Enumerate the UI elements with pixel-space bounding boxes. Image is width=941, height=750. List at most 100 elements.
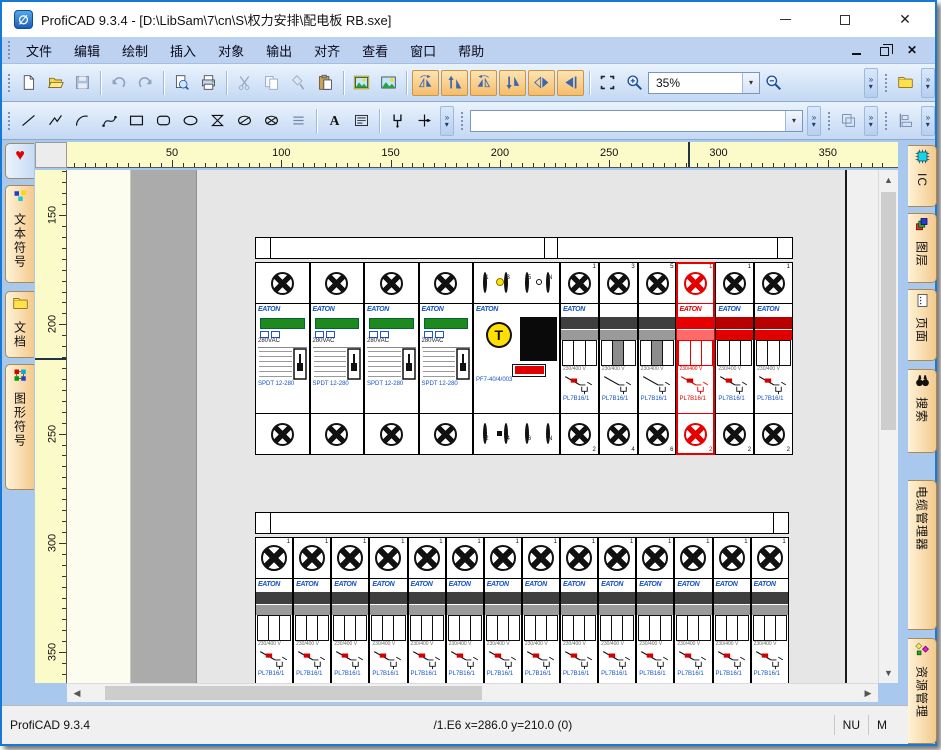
menu-item-7[interactable]: 对齐 [303,38,351,63]
zoom-in-button[interactable] [622,70,647,95]
scroll-left-icon[interactable]: ◀ [69,684,85,702]
circuit-breaker-module[interactable]: 3230/400 VPL7B16/14 [599,262,638,455]
save-button[interactable] [70,70,95,95]
circuit-breaker-module[interactable]: 1EATON230/400 VPL7B16/1 [408,537,446,683]
circuit-breaker-module[interactable]: 1EATON230/400 VPL7B16/1 [484,537,522,683]
minimize-button[interactable] [755,2,815,37]
insert-image-button[interactable] [349,70,374,95]
symbol-search-combobox[interactable]: ▾ [470,110,803,132]
circuit-breaker-module[interactable]: 1EATON230/400 VPL7B16/1 [522,537,560,683]
sidebar-tab-cable-manager[interactable]: 电缆管理器 [908,480,937,630]
menu-item-6[interactable]: 输出 [255,38,303,63]
close-button[interactable]: ✕ [875,2,935,37]
toolbar-overflow-chevron[interactable]: »▾ [440,106,454,136]
menu-item-9[interactable]: 窗口 [399,38,447,63]
text-tool[interactable]: A [322,108,347,133]
arc-tool[interactable] [70,108,95,133]
circuit-breaker-module[interactable]: 1EATON230/400 VPL7B16/1 [446,537,484,683]
scroll-right-icon[interactable]: ▶ [860,684,876,702]
circuit-breaker-module[interactable]: 1EATON230/400 VPL7B16/1 [713,537,751,683]
paste-button[interactable] [313,70,338,95]
circuit-breaker-module[interactable]: 1EATON230/400 VPL7B16/12 [560,262,599,455]
menu-item-2[interactable]: 编辑 [63,38,111,63]
menubar-grip[interactable] [7,41,11,59]
circuit-breaker-module[interactable]: 1EATON230/400 VPL7B16/1 [560,537,598,683]
toolbar-overflow-chevron[interactable]: »▾ [864,106,878,136]
polyline-tool[interactable] [43,108,68,133]
ellipse-tool[interactable] [178,108,203,133]
zoom-level-combobox[interactable]: 35%▾ [648,72,760,94]
image-gallery-button[interactable] [376,70,401,95]
circuit-breaker-module[interactable]: 1EATON230/400 VPL7B16/1 [598,537,636,683]
sidebar-tab-pages[interactable]: 页面 [908,289,937,361]
sidebar-tab-favorites[interactable]: ♥ [5,143,34,179]
undo-button[interactable] [106,70,131,95]
circuit-breaker-module[interactable]: 1EATON230/400 VPL7B16/1 [293,537,331,683]
mirror-rotate-left-button[interactable] [412,70,439,96]
group-button[interactable] [836,108,861,133]
menu-item-10[interactable]: 帮助 [447,38,495,63]
mdi-restore-button[interactable] [875,42,893,58]
format-painter-button[interactable] [286,70,311,95]
rounded-rectangle-tool[interactable] [151,108,176,133]
parallel-lines-tool[interactable] [286,108,311,133]
bezier-tool[interactable] [97,108,122,133]
dropdown-arrow-icon[interactable]: ▾ [742,73,759,93]
mdi-close-button[interactable]: ✕ [903,42,921,58]
circuit-breaker-module[interactable]: 1EATON230/400 VPL7B16/12 [715,262,754,455]
circuit-breaker-module[interactable]: 1EATON230/400 VPL7B16/1 [674,537,712,683]
flip-horizontal-button[interactable] [528,70,555,96]
surge-protector-module[interactable]: EATON280VACSPDT 12-280 [364,262,419,455]
circuit-breaker-module[interactable]: 5230/400 VPL7B16/16 [638,262,677,455]
sidebar-tab-layers[interactable]: 图层 [908,213,937,283]
circuit-breaker-module[interactable]: 1EATON230/400 VPL7B16/1 [369,537,407,683]
mirror-rotate-right-button[interactable] [470,70,497,96]
rcd-module[interactable]: 135NEATONTPF7-40/4/003246N [473,262,560,455]
textbox-tool[interactable] [349,108,374,133]
open-folder-button[interactable] [893,70,918,95]
toolbar-grip[interactable] [827,112,831,130]
print-button[interactable] [196,70,221,95]
menu-item-4[interactable]: 插入 [159,38,207,63]
circuit-breaker-module[interactable]: 1EATON230/400 VPL7B16/1 [331,537,369,683]
maximize-button[interactable] [815,2,875,37]
hourglass-tool[interactable] [205,108,230,133]
menu-item-8[interactable]: 查看 [351,38,399,63]
toolbar-grip[interactable] [7,112,11,130]
crossed-circle-tool[interactable] [259,108,284,133]
drawing-canvas[interactable]: EATON280VACSPDT 12-280EATON280VACSPDT 12… [67,170,878,683]
sidebar-tab-resource-manager[interactable]: 资源管理 [908,638,937,744]
menu-item-3[interactable]: 绘制 [111,38,159,63]
mdi-minimize-button[interactable] [847,42,865,58]
sidebar-tab-text-symbols[interactable]: 文本符号 [5,185,34,283]
sidebar-tab-ic[interactable]: IC [908,145,937,207]
rectangle-tool[interactable] [124,108,149,133]
horizontal-scroll-thumb[interactable] [105,686,482,700]
flip-vertical-button[interactable] [441,70,468,96]
line-tool[interactable] [16,108,41,133]
vertical-scroll-thumb[interactable] [881,192,896,430]
sidebar-tab-search[interactable]: 搜索 [908,369,937,453]
scroll-up-icon[interactable]: ▲ [879,172,898,188]
menu-item-5[interactable]: 对象 [207,38,255,63]
open-file-button[interactable] [43,70,68,95]
flip-down-button[interactable] [499,70,526,96]
copy-button[interactable] [259,70,284,95]
toolbar-grip[interactable] [460,112,464,130]
terminal-symbol-tool[interactable] [385,108,410,133]
zoom-out-button[interactable] [761,70,786,95]
sidebar-tab-graphic-symbols[interactable]: 图形符号 [5,364,34,490]
circuit-breaker-module[interactable]: 1EATON230/400 VPL7B16/1 [255,537,293,683]
circuit-breaker-module[interactable]: 1EATON230/400 VPL7B16/1 [636,537,674,683]
scroll-down-icon[interactable]: ▼ [879,665,898,681]
surge-protector-module[interactable]: EATON280VACSPDT 12-280 [419,262,474,455]
crossed-ellipse-tool[interactable] [232,108,257,133]
circuit-breaker-module[interactable]: 1EATON230/400 VPL7B16/12 [676,262,715,455]
zoom-selection-button[interactable] [595,70,620,95]
connection-point-tool[interactable] [412,108,437,133]
dropdown-arrow-icon[interactable]: ▾ [785,111,802,131]
toolbar-grip[interactable] [7,74,11,92]
vertical-scrollbar[interactable]: ▲ ▼ [878,170,898,683]
toolbar-overflow-chevron[interactable]: »▾ [864,68,878,98]
align-button[interactable] [893,108,918,133]
